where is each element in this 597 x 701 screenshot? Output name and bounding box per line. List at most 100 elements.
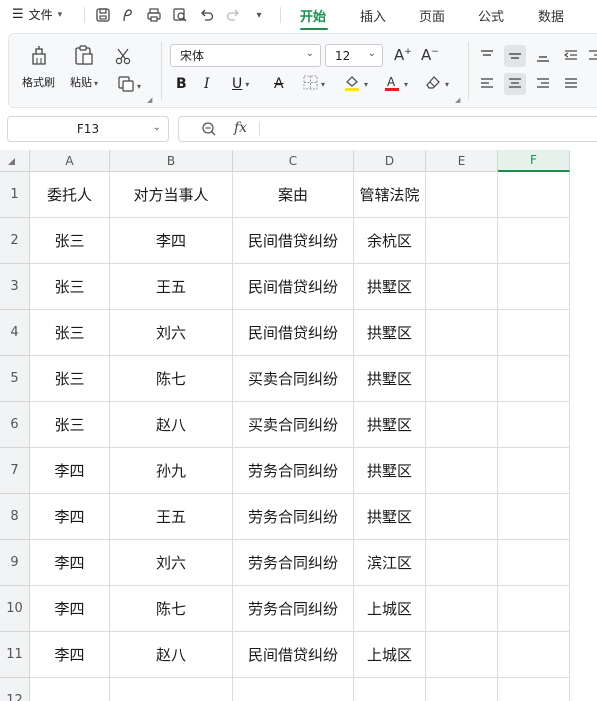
clear-format-button[interactable]: ▾ [424,74,449,94]
cell-e6[interactable] [426,402,498,448]
strikethrough-icon[interactable]: A [274,74,284,94]
cell-c2[interactable]: 民间借贷纠纷 [233,218,354,264]
cell-d5[interactable]: 拱墅区 [354,356,426,402]
cell-b9[interactable]: 刘六 [110,540,233,586]
cut-icon[interactable] [114,46,134,70]
borders-button[interactable]: ▾ [303,74,325,94]
dialog-launcher-icon[interactable]: ◢ [455,96,460,104]
cell-c8[interactable]: 劳务合同纠纷 [233,494,354,540]
row-header-6[interactable]: 6 [0,402,30,448]
cell-b8[interactable]: 王五 [110,494,233,540]
cell-c1[interactable]: 案由 [233,172,354,218]
tab-page[interactable]: 页面 [419,6,445,25]
chevron-down-icon[interactable]: ▾ [249,5,269,25]
cell-a12[interactable] [30,678,110,701]
cell-a3[interactable]: 张三 [30,264,110,310]
decrease-font-size-icon[interactable]: A− [421,46,439,64]
cell-f5[interactable] [498,356,570,402]
undo-icon[interactable] [197,5,217,25]
paste-button[interactable]: 粘贴 ▾ [70,44,98,90]
font-size-select[interactable]: 12 ⌄ [325,44,383,67]
save-icon[interactable] [93,5,113,25]
cell-b5[interactable]: 陈七 [110,356,233,402]
cell-e8[interactable] [426,494,498,540]
dialog-launcher-icon[interactable]: ◢ [147,96,152,104]
cell-c5[interactable]: 买卖合同纠纷 [233,356,354,402]
align-center-icon[interactable] [504,73,526,95]
row-header-8[interactable]: 8 [0,494,30,540]
font-color-button[interactable]: A ▾ [383,74,408,94]
cell-c7[interactable]: 劳务合同纠纷 [233,448,354,494]
cell-f4[interactable] [498,310,570,356]
cell-e4[interactable] [426,310,498,356]
cell-c11[interactable]: 民间借贷纠纷 [233,632,354,678]
cell-d12[interactable] [354,678,426,701]
row-header-9[interactable]: 9 [0,540,30,586]
cell-e11[interactable] [426,632,498,678]
cell-f9[interactable] [498,540,570,586]
format-painter-button[interactable]: 格式刷 [22,44,55,90]
fill-color-button[interactable]: ▾ [343,74,368,94]
cell-f7[interactable] [498,448,570,494]
cell-b6[interactable]: 赵八 [110,402,233,448]
copy-button[interactable]: ▾ [117,75,141,97]
cell-f10[interactable] [498,586,570,632]
cell-d11[interactable]: 上城区 [354,632,426,678]
cell-d9[interactable]: 滨江区 [354,540,426,586]
cell-c4[interactable]: 民间借贷纠纷 [233,310,354,356]
cell-e1[interactable] [426,172,498,218]
cell-a10[interactable]: 李四 [30,586,110,632]
export-pdf-icon[interactable] [118,5,138,25]
cell-b11[interactable]: 赵八 [110,632,233,678]
row-header-11[interactable]: 11 [0,632,30,678]
cell-f8[interactable] [498,494,570,540]
italic-icon[interactable]: I [204,74,210,94]
cell-f2[interactable] [498,218,570,264]
cell-a1[interactable]: 委托人 [30,172,110,218]
cell-c6[interactable]: 买卖合同纠纷 [233,402,354,448]
column-header-d[interactable]: D [354,150,426,172]
cell-e12[interactable] [426,678,498,701]
cell-b3[interactable]: 王五 [110,264,233,310]
row-header-10[interactable]: 10 [0,586,30,632]
tab-insert[interactable]: 插入 [360,6,386,25]
column-header-e[interactable]: E [426,150,498,172]
bold-icon[interactable]: B [176,74,187,94]
redo-icon[interactable] [223,5,243,25]
cell-a8[interactable]: 李四 [30,494,110,540]
cell-d4[interactable]: 拱墅区 [354,310,426,356]
cell-c3[interactable]: 民间借贷纠纷 [233,264,354,310]
increase-font-size-icon[interactable]: A+ [394,46,412,64]
cell-d2[interactable]: 余杭区 [354,218,426,264]
row-header-12[interactable]: 12 [0,678,30,701]
name-box[interactable]: F13 ⌄ [7,116,169,142]
cell-e3[interactable] [426,264,498,310]
cell-d1[interactable]: 管辖法院 [354,172,426,218]
file-menu[interactable]: ☰ 文件 ▾ [12,6,62,23]
cell-f6[interactable] [498,402,570,448]
cell-a6[interactable]: 张三 [30,402,110,448]
cell-c10[interactable]: 劳务合同纠纷 [233,586,354,632]
column-header-f[interactable]: F [498,150,570,172]
decrease-indent-icon[interactable] [560,45,582,67]
cell-d6[interactable]: 拱墅区 [354,402,426,448]
cell-d8[interactable]: 拱墅区 [354,494,426,540]
select-all-corner[interactable] [0,150,30,172]
cell-e10[interactable] [426,586,498,632]
align-left-icon[interactable] [476,73,498,95]
cell-f11[interactable] [498,632,570,678]
row-header-1[interactable]: 1 [0,172,30,218]
cell-b7[interactable]: 孙九 [110,448,233,494]
cell-f12[interactable] [498,678,570,701]
cell-a7[interactable]: 李四 [30,448,110,494]
fx-icon[interactable]: fx [234,120,247,136]
row-header-5[interactable]: 5 [0,356,30,402]
cell-c12[interactable] [233,678,354,701]
font-family-select[interactable]: 宋体 ⌄ [170,44,321,67]
formula-input[interactable]: fx [178,116,597,142]
column-header-a[interactable]: A [30,150,110,172]
cell-a9[interactable]: 李四 [30,540,110,586]
underline-button[interactable]: U ▾ [232,74,249,94]
cell-e7[interactable] [426,448,498,494]
row-header-7[interactable]: 7 [0,448,30,494]
